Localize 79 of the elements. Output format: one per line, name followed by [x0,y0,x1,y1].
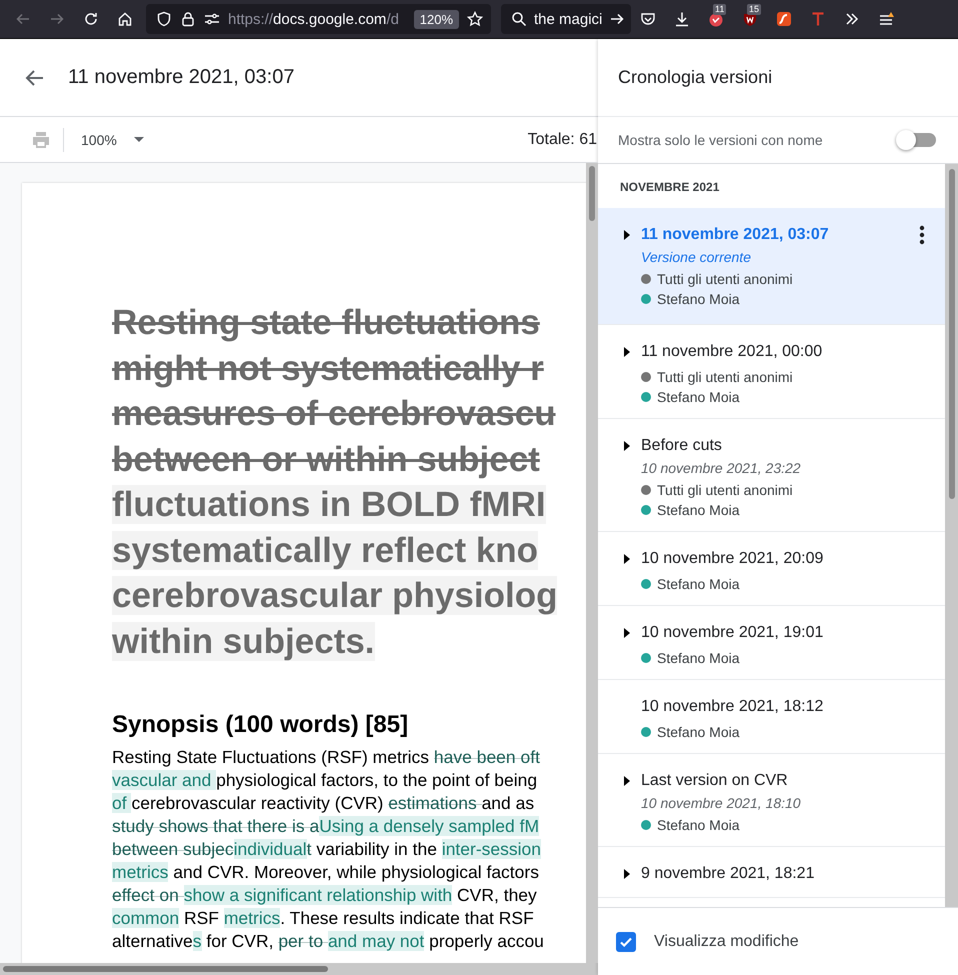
user-name: Stefano Moia [657,816,740,832]
toggle-label: Mostra solo le versioni con nome [618,132,824,148]
user-name: Stefano Moia [657,650,740,666]
word-count: Totale: 61 [528,130,598,148]
user-name: Stefano Moia [657,290,740,306]
scrollbar[interactable] [945,164,958,907]
shield-extension-icon[interactable] [742,11,758,27]
panel-title: Cronologia versioni [618,67,772,88]
version-item[interactable]: 11 novembre 2021, 03:07 Versione corrente Tutti gli utenti anonimi Stefano Moia [598,208,945,325]
more-options-icon[interactable] [919,225,925,245]
user-name: Tutti gli utenti anonimi [657,368,793,384]
paragraph-line: of cerebrovascular reactivity (CVR) estimations and as [112,792,536,815]
download-icon[interactable] [674,11,690,27]
title-line: might not systematically r [112,348,544,388]
expand-arrow-icon[interactable] [624,230,630,240]
zoom-dropdown[interactable]: 100% [81,132,144,148]
version-name: Last version on CVR [641,772,789,790]
shield-icon[interactable] [156,11,172,27]
user-name: Stefano Moia [657,388,740,404]
count-badge: 11 [713,4,726,15]
count-badge: 15 [747,4,762,15]
paragraph-line: alternatives for CVR, per to and may not properly accou [112,930,545,953]
expand-arrow-icon[interactable] [624,776,630,786]
paragraph-line: study shows that there is aUsing a densely sampled fM [112,815,540,838]
expand-arrow-icon[interactable] [624,347,630,357]
user-name: Stefano Moia [657,502,740,518]
lock-icon [180,11,196,27]
menu-icon[interactable] [878,11,894,27]
url-text: https://docs.google.com/d [228,10,400,28]
overflow-icon[interactable] [844,11,860,27]
arrow-right-icon[interactable] [609,11,626,27]
user-name: Tutti gli utenti anonimi [657,482,793,498]
version-name: 10 novembre 2021, 19:01 [641,624,824,642]
month-heading: NOVEMBRE 2021 [619,179,720,196]
paragraph-line: vascular and physiological factors, to the point of being [112,769,538,792]
version-subtitle: 10 novembre 2021, 18:10 [640,795,802,811]
paragraph-line: Resting State Fluctuations (RSF) metrics have been oft [112,746,541,769]
checkbox[interactable] [616,932,636,952]
expand-arrow-icon[interactable] [624,628,630,638]
horizontal-scrollbar[interactable] [0,963,598,975]
user-name: Stefano Moia [657,724,740,740]
version-name: 9 novembre 2021, 18:21 [641,865,816,883]
version-name: 10 novembre 2021, 20:09 [641,550,824,568]
version-name: 11 novembre 2021, 03:07 [641,226,830,244]
reload-icon[interactable] [83,11,99,27]
extension-t-icon[interactable] [810,11,826,27]
caret-icon [134,137,144,142]
title-line: between or within subject [112,440,540,478]
expand-arrow-icon[interactable] [624,869,630,879]
title-line: measures of cerebrovascu [112,394,556,433]
star-icon[interactable] [467,11,483,27]
pocket-icon[interactable] [640,11,656,27]
version-name: 11 novembre 2021, 00:00 [641,343,824,361]
version-subtitle: Versione corrente [640,249,752,265]
user-name: Stefano Moia [657,576,740,592]
version-subtitle: 10 novembre 2021, 23:22 [640,460,802,476]
user-name: Tutti gli utenti anonimi [657,270,793,286]
version-name: Before cuts [641,437,723,455]
search-field[interactable]: the magici [501,4,631,34]
search-icon [511,11,527,27]
expand-arrow-icon[interactable] [624,554,630,564]
address-bar[interactable]: https://docs.google.com/d 120% [146,4,491,34]
version-title: 11 novembre 2021, 03:07 [68,66,294,89]
forward-icon[interactable] [49,11,65,27]
paragraph-line: common RSF metrics. These results indicate that RSF [112,907,535,930]
permissions-icon[interactable] [204,11,220,27]
home-icon[interactable] [117,11,133,27]
title-line: Resting state fluctuations [112,303,540,342]
checkbox-label: Visualizza modifiche [654,932,799,950]
paragraph-line: effect on show a significant relationship with CVR, they [112,884,538,907]
flash-extension-icon[interactable] [776,11,792,27]
paragraph-line: between subjecindividualt variability in the inter-session [112,838,542,861]
zoom-level-badge[interactable]: 120% [414,10,459,28]
section-heading: Synopsis (100 words) [85] [112,711,410,739]
version-name: 10 novembre 2021, 18:12 [641,698,824,716]
back-icon[interactable] [15,11,31,27]
scrollbar[interactable] [586,163,598,963]
expand-arrow-icon[interactable] [624,441,630,451]
paragraph-line: metrics and CVR. Moreover, while physiological factors [112,861,540,884]
